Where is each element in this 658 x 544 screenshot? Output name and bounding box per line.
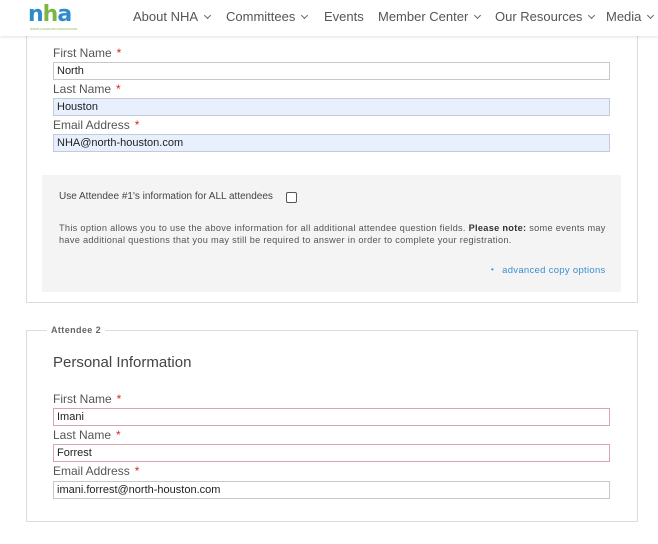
last-name-label: Last Name *: [53, 428, 121, 442]
attendee-2-first-name-input[interactable]: Imani: [53, 408, 610, 426]
advanced-copy-options-link[interactable]: • advanced copy options: [491, 265, 606, 276]
required-marker: *: [134, 464, 140, 478]
chevron-down-icon: [204, 11, 212, 20]
copy-all-attendees-checkbox[interactable]: [286, 192, 297, 203]
attendee-2-last-name-input[interactable]: Forrest: [53, 444, 610, 462]
personal-information-title: Personal Information: [53, 354, 192, 371]
nav-item-label: Events: [324, 9, 364, 24]
nav-item-events[interactable]: Events: [324, 9, 364, 24]
logo-wordmark: nha: [28, 2, 72, 27]
nav-item-label: Media: [606, 9, 642, 24]
chevron-down-icon: [647, 11, 655, 20]
email-label: Email Address *: [53, 118, 140, 132]
chevron-down-icon: [301, 11, 309, 20]
chevron-down-icon: [474, 11, 482, 20]
logo-subtext: NORTH HOUSTON ASSOCIATION: [30, 27, 78, 31]
attendee-1-first-name-input[interactable]: North: [53, 62, 610, 80]
nav-item-label: About NHA: [133, 9, 199, 24]
required-marker: *: [116, 428, 121, 442]
nav-item-label: Our Resources: [495, 9, 583, 24]
first-name-label: First Name *: [53, 392, 122, 406]
nav-item-label: Committees: [226, 9, 296, 24]
nav-item-our-resources[interactable]: Our Resources: [495, 9, 596, 24]
email-label: Email Address *: [53, 464, 140, 478]
nav-item-committees[interactable]: Committees: [226, 9, 309, 24]
copy-options-description: This option allows you to use the above …: [59, 223, 606, 245]
site-header: nha NORTH HOUSTON ASSOCIATION About NHA …: [0, 0, 658, 36]
required-marker: *: [116, 46, 122, 60]
nha-logo[interactable]: nha NORTH HOUSTON ASSOCIATION: [28, 2, 77, 33]
attendee-1-email-input[interactable]: NHA@north-houston.com: [53, 134, 610, 152]
attendee-2-email-input[interactable]: imani.forrest@north-houston.com: [53, 481, 610, 499]
required-marker: *: [116, 392, 122, 406]
attendee-1-last-name-input[interactable]: Houston: [53, 98, 610, 116]
nav-item-about[interactable]: About NHA: [133, 9, 212, 24]
first-name-label: First Name *: [53, 46, 122, 60]
required-marker: *: [116, 82, 121, 96]
nav-item-label: Member Center: [378, 9, 469, 24]
attendee-2-legend: Attendee 2: [47, 325, 106, 335]
copy-all-attendees-label[interactable]: Use Attendee #1's information for ALL at…: [59, 191, 273, 202]
bullet-icon: •: [491, 265, 495, 274]
nav-item-media[interactable]: Media: [606, 9, 655, 24]
advanced-copy-options-label: advanced copy options: [502, 265, 606, 276]
last-name-label: Last Name *: [53, 82, 121, 96]
nav-item-member-center[interactable]: Member Center: [378, 9, 482, 24]
chevron-down-icon: [588, 11, 596, 20]
required-marker: *: [134, 118, 140, 132]
